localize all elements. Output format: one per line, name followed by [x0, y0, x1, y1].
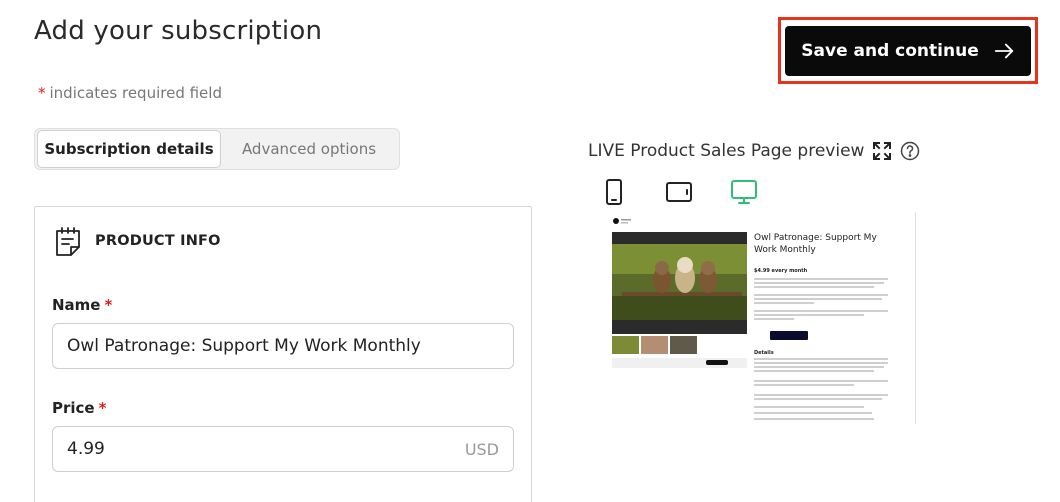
product-info-header: PRODUCT INFO — [53, 225, 221, 257]
save-button-label: Save and continue — [801, 41, 979, 61]
preview-thumbnail — [641, 336, 668, 354]
preview-text-line — [754, 278, 888, 280]
preview-follow-button — [706, 360, 728, 365]
tab-advanced-options[interactable]: Advanced options — [221, 130, 397, 168]
price-field[interactable]: 4.99 USD — [52, 426, 514, 472]
preview-text-line — [754, 380, 888, 382]
preview-price: $4.99 every month — [754, 268, 808, 274]
preview-text-line — [754, 366, 884, 368]
preview-thumbnail — [612, 336, 639, 354]
arrow-right-icon — [994, 43, 1013, 59]
preview-title-row: LIVE Product Sales Page preview — [588, 141, 920, 161]
preview-text-line — [754, 314, 864, 316]
preview-text-line — [754, 286, 874, 288]
preview-text-line — [754, 370, 874, 372]
preview-title: LIVE Product Sales Page preview — [588, 141, 865, 161]
name-field[interactable]: Owl Patronage: Support My Work Monthly — [52, 323, 514, 369]
preview-text-line — [754, 412, 872, 414]
preview-text-line — [754, 302, 814, 304]
preview-text-line — [754, 362, 888, 364]
preview-text-line — [754, 318, 794, 320]
name-label: Name * — [52, 296, 112, 314]
preview-text-line — [754, 358, 888, 360]
preview-text-line — [754, 310, 888, 312]
price-label: Price * — [52, 399, 106, 417]
preview-text-line — [754, 398, 882, 400]
currency-suffix: USD — [464, 439, 499, 459]
preview-text-line — [754, 384, 854, 386]
product-info-heading: PRODUCT INFO — [95, 233, 221, 249]
preview-text-line — [754, 418, 874, 420]
sales-page-preview: Owl Patronage: Support My Work Monthly $… — [588, 212, 916, 424]
preview-buy-button — [770, 331, 808, 340]
tablet-icon[interactable] — [665, 178, 693, 206]
required-field-note: * indicates required field — [38, 84, 222, 102]
tab-bar: Subscription details Advanced options — [34, 128, 400, 170]
preview-text-line — [754, 394, 888, 396]
tab-subscription-details[interactable]: Subscription details — [37, 130, 221, 168]
help-icon[interactable] — [900, 141, 920, 161]
page-title: Add your subscription — [34, 16, 323, 46]
preview-text-line — [754, 282, 884, 284]
preview-details-heading: Details — [754, 350, 774, 356]
required-star: * — [98, 399, 107, 417]
desktop-icon[interactable] — [730, 178, 758, 206]
required-star: * — [38, 84, 46, 102]
price-label-text: Price — [52, 399, 95, 417]
preview-seller-bar — [612, 358, 747, 368]
preview-text-line — [754, 406, 864, 408]
notepad-icon — [56, 227, 80, 256]
name-field-value: Owl Patronage: Support My Work Monthly — [67, 336, 421, 356]
required-star: * — [104, 296, 113, 314]
required-note-text: indicates required field — [49, 84, 222, 102]
name-label-text: Name — [52, 296, 101, 314]
preview-thumbnails — [612, 336, 697, 354]
phone-icon[interactable] — [600, 178, 628, 206]
product-info-card: PRODUCT INFO Name * Owl Patronage: Suppor… — [34, 206, 532, 502]
save-and-continue-button[interactable]: Save and continue — [785, 26, 1031, 76]
preview-text-line — [754, 298, 882, 300]
preview-product-title: Owl Patronage: Support My Work Monthly — [754, 233, 877, 255]
preview-logo — [613, 218, 631, 224]
preview-product-image — [612, 232, 747, 334]
expand-icon[interactable] — [872, 141, 892, 161]
price-field-value: 4.99 — [67, 439, 105, 459]
preview-text-line — [754, 294, 888, 296]
preview-thumbnail — [670, 336, 697, 354]
